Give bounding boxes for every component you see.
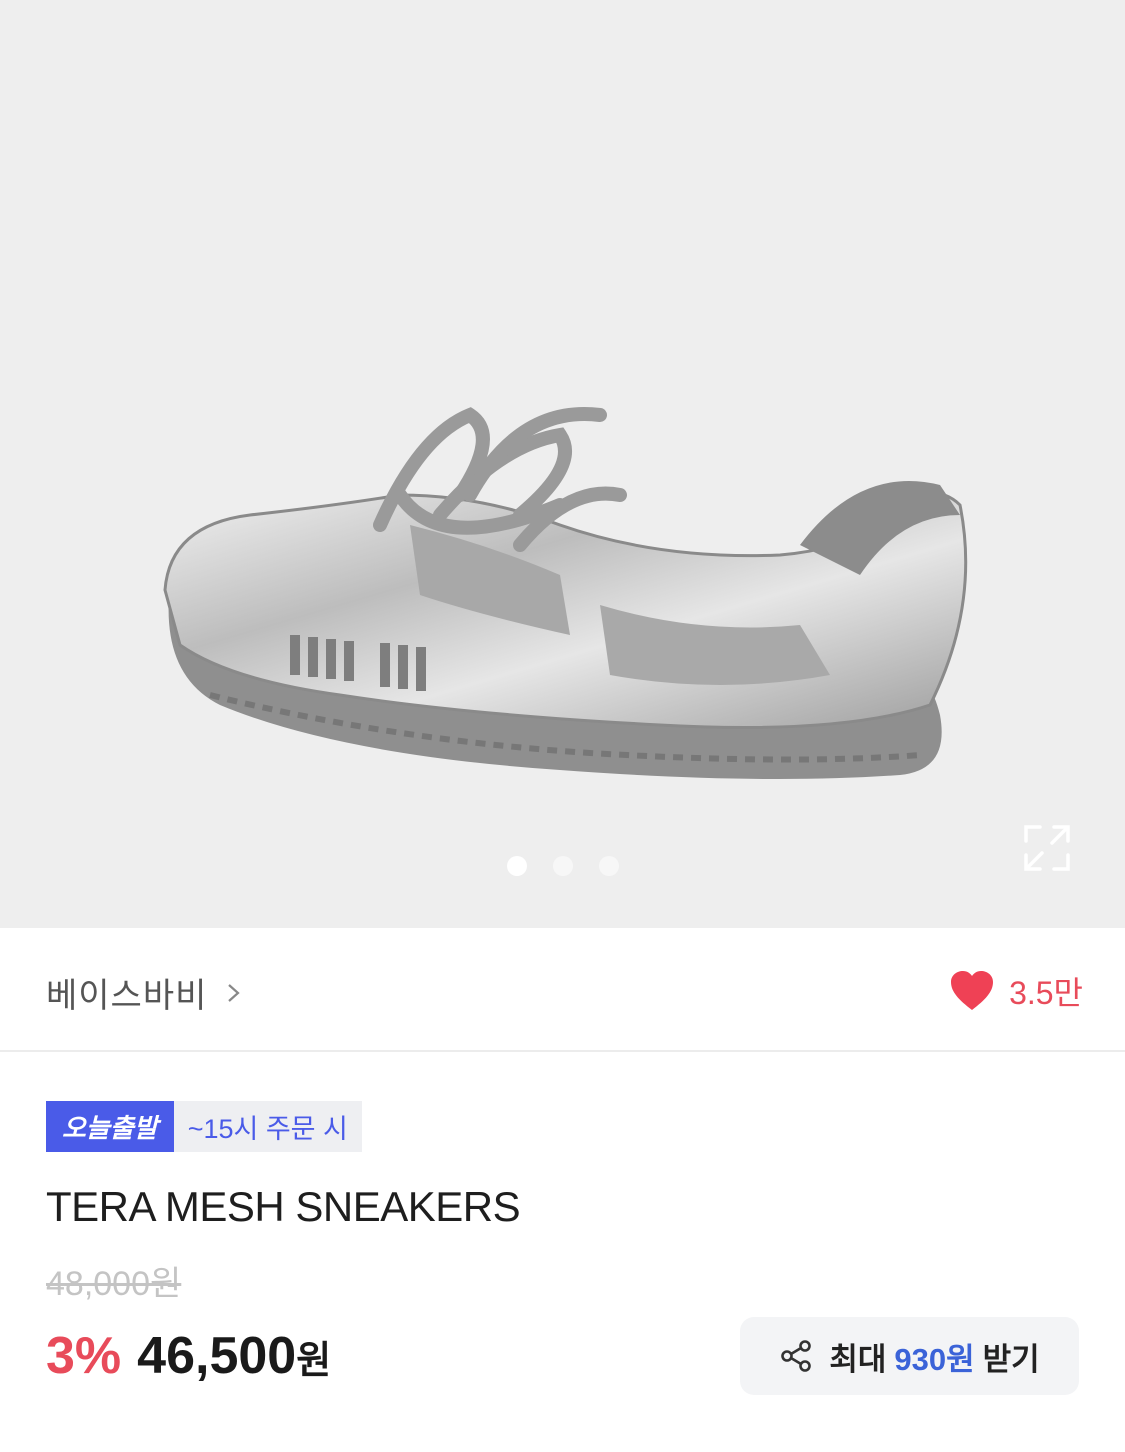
heart-icon	[951, 971, 994, 1010]
reward-suffix: 받기	[982, 1341, 1040, 1377]
price-row: 3% 46,500 원	[46, 1326, 331, 1386]
product-title: TERA MESH SNEAKERS	[46, 1183, 521, 1230]
reward-amount: 930원	[894, 1341, 975, 1377]
sale-price: 46,500	[137, 1327, 297, 1385]
chevron-right-icon	[228, 983, 241, 1002]
pagination-dot[interactable]	[598, 856, 619, 876]
brand-name: 베이스바비	[46, 977, 208, 1015]
like-count: 3.5만	[1009, 975, 1083, 1011]
brand-link[interactable]: 베이스바비	[46, 968, 241, 1017]
expand-icon[interactable]	[1022, 823, 1072, 873]
today-shipping-badge: 오늘출발	[46, 1101, 174, 1152]
sneaker-image	[163, 407, 968, 779]
brand-row: 베이스바비 3.5만	[0, 928, 1125, 1052]
share-reward-button[interactable]: 최대 930원 받기	[740, 1317, 1079, 1395]
currency-unit: 원	[296, 1340, 332, 1382]
like-button[interactable]: 3.5만	[949, 968, 1083, 1014]
order-cutoff-note: ~15시 주문 시	[173, 1101, 362, 1152]
original-price: 48,000원	[46, 1265, 182, 1303]
share-icon	[781, 1340, 812, 1372]
delivery-badges: 오늘출발 ~15시 주문 시	[46, 1101, 362, 1152]
product-image-carousel[interactable]	[0, 0, 1125, 928]
discount-rate: 3%	[46, 1327, 122, 1385]
pagination-dot[interactable]	[552, 856, 573, 876]
reward-prefix: 최대	[829, 1341, 887, 1377]
pagination-dot[interactable]	[506, 856, 527, 876]
carousel-pagination	[0, 856, 1125, 876]
